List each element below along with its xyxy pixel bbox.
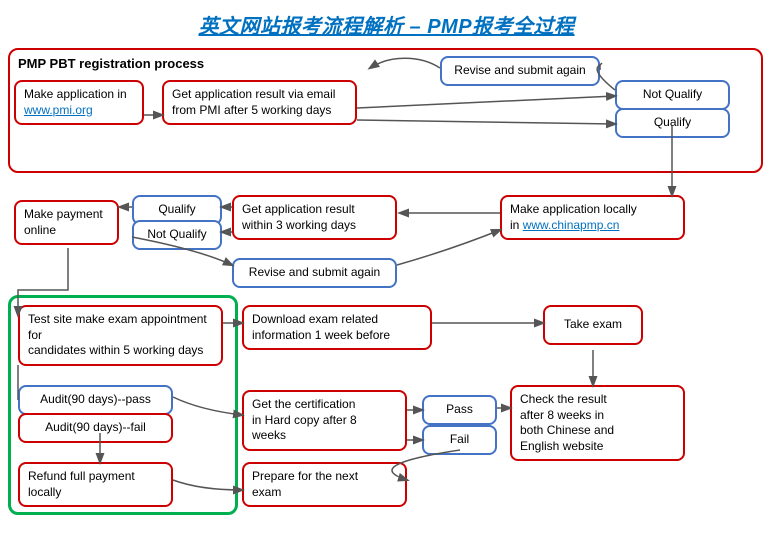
page-title: 英文网站报考流程解析 – PMP报考全过程 [14, 10, 759, 39]
fail-box: Fail [422, 425, 497, 455]
page: 英文网站报考流程解析 – PMP报考全过程 PMP PBT registrati… [0, 0, 773, 551]
test-site-box: Test site make exam appointment forcandi… [18, 305, 223, 366]
get-result-email-box: Get application result via emailfrom PMI… [162, 80, 357, 125]
chinapmp-link[interactable]: www.chinapmp.cn [523, 218, 620, 232]
make-application-box: Make application in www.pmi.org [14, 80, 144, 125]
refund-box: Refund full paymentlocally [18, 462, 173, 507]
certification-box: Get the certificationin Hard copy after … [242, 390, 407, 451]
make-payment-box: Make paymentonline [14, 200, 119, 245]
not-qualify-mid-box: Not Qualify [132, 220, 222, 250]
pbt-header: PMP PBT registration process [18, 56, 204, 71]
revise-submit2-box: Revise and submit again [232, 258, 397, 288]
make-app-locally-box: Make application locallyin www.chinapmp.… [500, 195, 685, 240]
audit-pass-box: Audit(90 days)--pass [18, 385, 173, 415]
qualify-top-box: Qualify [615, 108, 730, 138]
check-result-box: Check the resultafter 8 weeks inboth Chi… [510, 385, 685, 461]
download-exam-box: Download exam relatedinformation 1 week … [242, 305, 432, 350]
take-exam-box: Take exam [543, 305, 643, 345]
prepare-next-box: Prepare for the nextexam [242, 462, 407, 507]
not-qualify-top-box: Not Qualify [615, 80, 730, 110]
pass-box: Pass [422, 395, 497, 425]
pmi-link[interactable]: www.pmi.org [24, 103, 93, 117]
revise-submit-top-box: Revise and submit again [440, 56, 600, 86]
get-result-3days-box: Get application resultwithin 3 working d… [232, 195, 397, 240]
audit-fail-box: Audit(90 days)--fail [18, 413, 173, 443]
